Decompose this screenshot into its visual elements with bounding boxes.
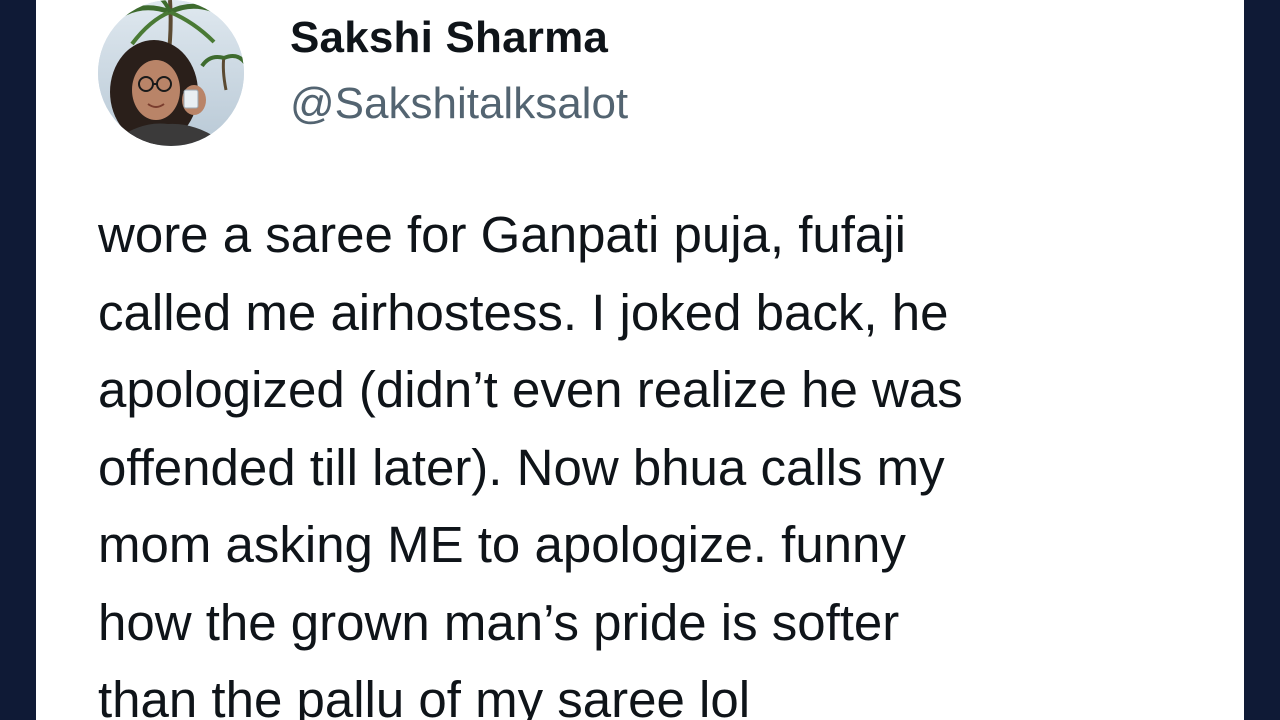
user-handle[interactable]: @Sakshitalksalot — [290, 76, 628, 132]
avatar[interactable] — [98, 0, 244, 146]
tweet-text-line: than the pallu of my saree lol — [98, 671, 751, 720]
tweet-text-line: wore a saree for Ganpati puja, fufaji — [98, 206, 906, 263]
tweet-text-line: how the grown man’s pride is softer — [98, 593, 900, 651]
tweet-text: wore a saree for Ganpati puja, fufaji ca… — [98, 196, 1208, 720]
tweet-text-line: offended till later). Now bhua calls my — [98, 438, 945, 496]
tweet-card: Sakshi Sharma @Sakshitalksalot wore a sa… — [36, 0, 1244, 720]
tweet-author: Sakshi Sharma @Sakshitalksalot — [290, 10, 628, 132]
tweet-text-line: apologized (didn’t even realize he was — [98, 361, 963, 418]
screenshot-frame: Sakshi Sharma @Sakshitalksalot wore a sa… — [0, 0, 1280, 720]
tweet-text-line: mom asking ME to apologize. funny — [98, 516, 906, 573]
profile-photo-icon — [98, 0, 244, 146]
tweet-text-line: called me airhostess. I joked back, he — [98, 283, 949, 341]
display-name[interactable]: Sakshi Sharma — [290, 10, 628, 66]
